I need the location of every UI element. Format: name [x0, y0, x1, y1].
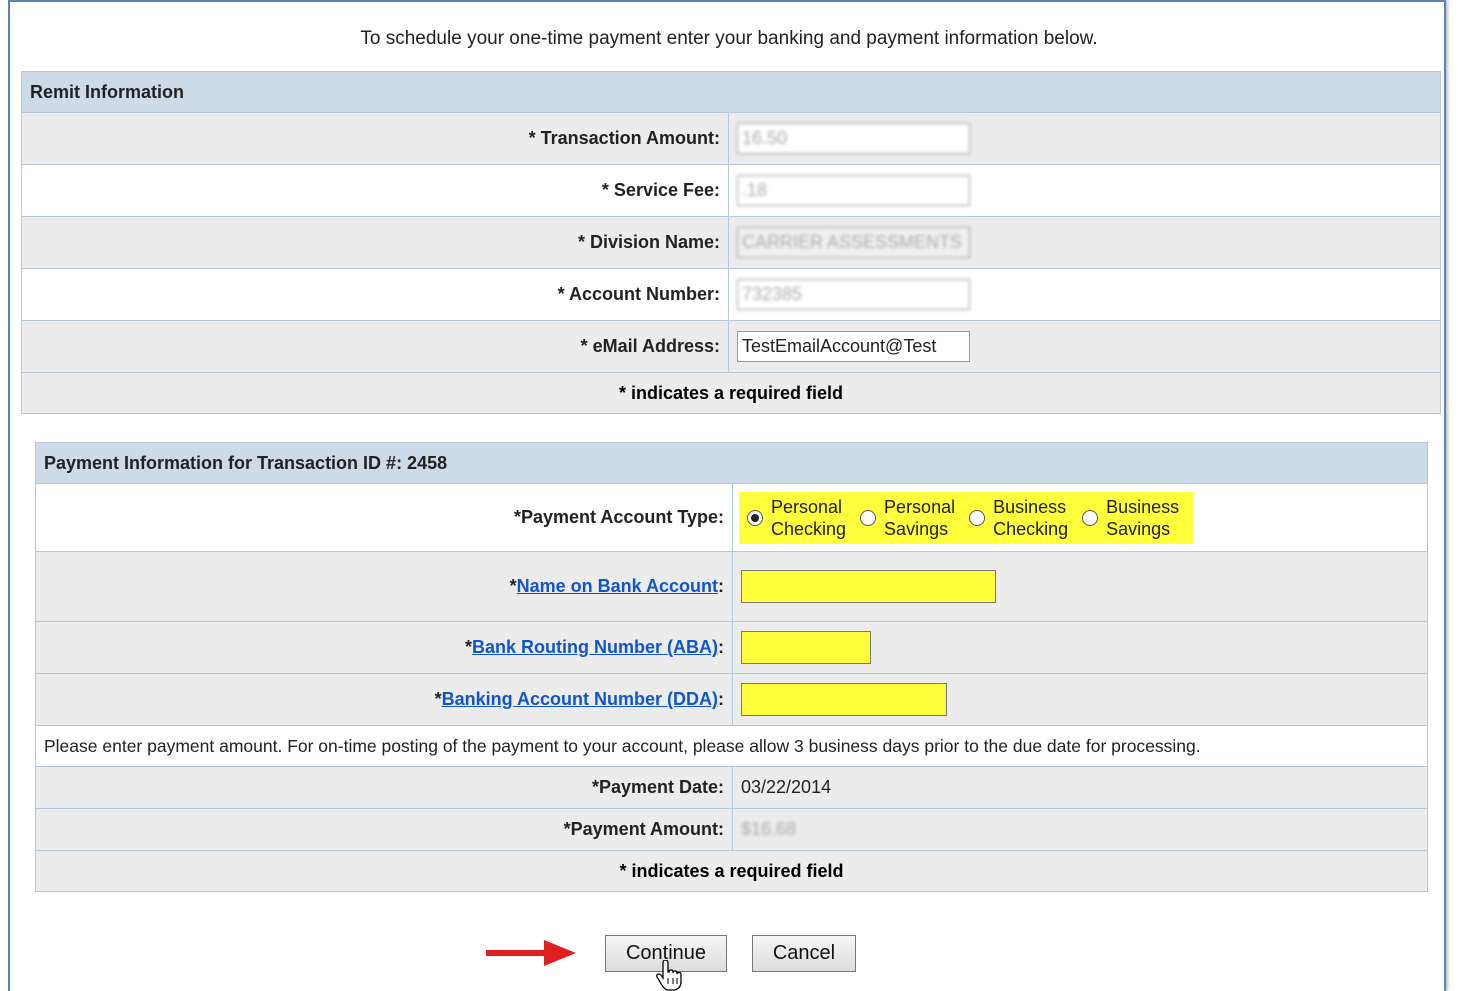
payment-date-value: 03/22/2014 — [732, 766, 1428, 809]
payment-account-type-group: Personal Checking Personal Savings Busines… — [739, 491, 1194, 544]
payment-amount-label: *Payment Amount: — [35, 808, 733, 851]
payment-required-note: * indicates a required field — [35, 850, 1428, 892]
banking-account-number-link[interactable]: Banking Account Number (DDA) — [442, 689, 718, 709]
radio-label-line1: Personal — [771, 496, 843, 517]
radio-label-line1: Business — [1106, 496, 1180, 517]
radio-label-line2: Checking — [771, 518, 847, 539]
radio-label-line2: Savings — [884, 518, 949, 539]
payment-note: Please enter payment amount. For on-time… — [35, 725, 1428, 767]
banking-account-number-label: *Banking Account Number (DDA): — [35, 673, 733, 726]
required-asterisk: * — [464, 637, 472, 657]
service-fee-label: * Service Fee: — [21, 164, 729, 217]
service-fee-input[interactable]: .18 — [737, 175, 970, 206]
bank-routing-number-label: *Bank Routing Number (ABA): — [35, 621, 733, 674]
label-colon: : — [718, 576, 724, 596]
banking-account-number-input[interactable] — [741, 683, 947, 716]
division-name-label: * Division Name: — [21, 216, 729, 269]
radio-label-line2: Savings — [1106, 518, 1171, 539]
label-colon: : — [718, 637, 724, 657]
radio-label-line1: Personal — [884, 496, 956, 517]
radio-button-icon[interactable] — [1082, 509, 1099, 526]
remit-required-note: * indicates a required field — [21, 372, 1441, 414]
bank-routing-number-link[interactable]: Bank Routing Number (ABA) — [472, 637, 718, 657]
payment-date-label: *Payment Date: — [35, 766, 733, 809]
radio-business-savings[interactable]: Business Savings — [1082, 496, 1179, 540]
name-on-bank-account-label: *Name on Bank Account: — [35, 551, 733, 622]
radio-personal-savings[interactable]: Personal Savings — [860, 496, 955, 540]
radio-label-line2: Checking — [993, 518, 1069, 539]
payment-amount-value: $16.68 — [741, 819, 797, 839]
account-number-input[interactable]: 732385 — [737, 279, 970, 310]
payment-account-type-label: *Payment Account Type: — [35, 483, 733, 552]
payment-header: Payment Information for Transaction ID #… — [35, 442, 1428, 484]
email-address-input[interactable]: TestEmailAccount@Test — [737, 331, 970, 362]
required-asterisk: * — [509, 576, 517, 596]
transaction-amount-input[interactable]: 16.50 — [737, 123, 970, 154]
required-asterisk: * — [434, 689, 442, 709]
account-number-label: * Account Number: — [21, 268, 729, 321]
transaction-amount-label: * Transaction Amount: — [21, 112, 729, 165]
hand-cursor-icon — [656, 960, 682, 991]
cancel-button[interactable]: Cancel — [752, 935, 856, 972]
radio-button-icon[interactable] — [969, 509, 986, 526]
red-arrow-icon — [486, 940, 576, 966]
name-on-bank-account-input[interactable] — [741, 570, 996, 603]
radio-business-checking[interactable]: Business Checking — [969, 496, 1068, 540]
label-colon: : — [718, 689, 724, 709]
radio-button-icon[interactable] — [860, 509, 877, 526]
remit-header: Remit Information — [21, 71, 1441, 113]
division-name-input[interactable]: CARRIER ASSESSMENTS — [737, 227, 970, 258]
payment-information-table: Payment Information for Transaction ID #… — [35, 442, 1428, 892]
bank-routing-number-input[interactable] — [741, 631, 871, 664]
radio-label-line1: Business — [993, 496, 1067, 517]
name-on-bank-account-link[interactable]: Name on Bank Account — [517, 576, 718, 596]
radio-personal-checking[interactable]: Personal Checking — [747, 496, 846, 540]
remit-information-table: Remit Information * Transaction Amount: … — [21, 71, 1441, 414]
intro-text: To schedule your one-time payment enter … — [360, 28, 1098, 49]
radio-button-icon[interactable] — [747, 509, 763, 526]
email-address-label: * eMail Address: — [21, 320, 729, 373]
